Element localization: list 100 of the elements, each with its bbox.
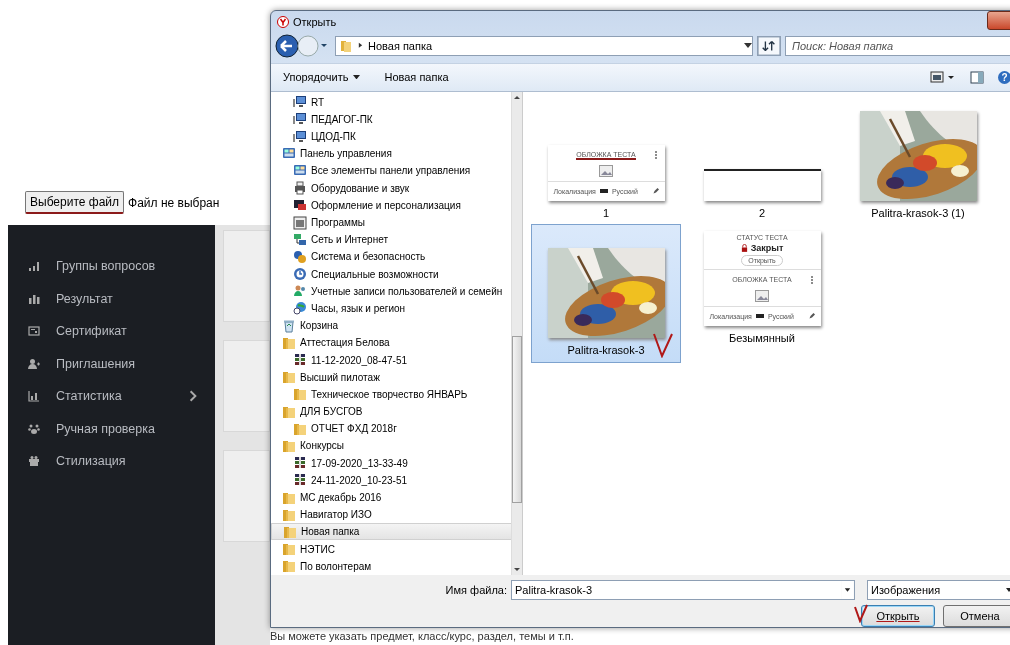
sidebar-item[interactable]: Приглашения (8, 347, 215, 380)
folder-icon (282, 335, 296, 350)
scroll-thumb[interactable] (512, 335, 522, 503)
file-status: Файл не выбран (128, 195, 220, 210)
file-type-dropdown[interactable]: Изображения (867, 580, 1010, 600)
sidebar-item[interactable]: Группы вопросов (8, 250, 215, 283)
status-text: Закрыт (750, 242, 784, 253)
window-icon (293, 215, 307, 230)
address-bar[interactable]: Новая папка (335, 35, 753, 56)
more-icon (810, 275, 813, 284)
tree-item[interactable]: Техническое творчество ЯНВАРЬ (271, 385, 511, 403)
tree-item[interactable]: Оборудование и звук (271, 179, 511, 197)
tree-item[interactable]: Высший пилотаж (271, 368, 511, 386)
dropdown-icon (744, 42, 752, 49)
tree-item[interactable]: Сеть и Интернет (271, 231, 511, 249)
tree-item[interactable]: Система и безопасность (271, 248, 511, 266)
help-button[interactable]: ? (998, 70, 1010, 84)
breadcrumb[interactable]: Новая папка (368, 39, 739, 52)
tree-item[interactable]: Оформление и персонализация (271, 196, 511, 214)
tree-item[interactable]: Специальные возможности (271, 265, 511, 283)
tree-item[interactable]: 24-11-2020_10-23-51 (271, 471, 511, 489)
sidebar-item[interactable]: Статистика (8, 380, 215, 413)
recycle-bin-icon (282, 318, 296, 333)
tree-item[interactable]: Корзина (271, 317, 511, 335)
tree-item[interactable]: Все элементы панели управления (271, 162, 511, 180)
tree-item[interactable]: ПЕДАГОГ-ПК (271, 110, 511, 128)
folder-icon (282, 507, 296, 522)
check-mark-icon (853, 603, 869, 623)
view-icon[interactable] (930, 71, 956, 84)
flag-icon (599, 189, 608, 194)
sidebar-item[interactable]: Результат (8, 282, 215, 315)
folder-icon (293, 421, 307, 436)
organize-menu[interactable]: Упорядочить (283, 71, 361, 84)
cancel-button[interactable]: Отмена (943, 605, 1010, 627)
tree-item[interactable]: НЭТИС (271, 540, 511, 558)
search-field[interactable]: Поиск: Новая папка (785, 35, 1010, 56)
bars-icon (28, 260, 40, 273)
chevron-icon (187, 390, 199, 403)
refresh-icon[interactable] (757, 35, 781, 56)
caret-icon (358, 42, 363, 50)
pencil-icon (652, 188, 659, 195)
computer-icon (293, 95, 307, 110)
sidebar-item[interactable]: Стилизация (8, 445, 215, 478)
gift-icon (28, 455, 40, 468)
folder-icon (282, 404, 296, 419)
choose-file-button[interactable]: Выберите файл (25, 191, 125, 214)
bar-chart-icon (28, 292, 40, 305)
tree-item[interactable]: ДЛЯ БУСГОВ (271, 402, 511, 421)
monitor-icon (293, 198, 307, 213)
tree-item[interactable]: Конкурсы (271, 437, 511, 455)
hint-text: Вы можете указать предмет, класс/курс, раздел, темы и т.п. (270, 630, 574, 642)
printer-icon (293, 181, 307, 196)
computer-icon (293, 129, 307, 144)
chart-icon (28, 390, 40, 403)
file-item[interactable]: 2 (687, 99, 837, 225)
open-button[interactable]: Открыть (861, 605, 935, 627)
accessibility-icon (293, 267, 307, 282)
preview-pane-icon[interactable] (970, 70, 984, 84)
folder-icon (282, 370, 296, 385)
folder-icon (282, 559, 296, 574)
more-icon (654, 150, 657, 159)
new-folder-button[interactable]: Новая папка (384, 71, 449, 84)
folder-icon (283, 524, 297, 539)
network-icon (293, 232, 307, 247)
tree-item[interactable]: 17-09-2020_13-33-49 (271, 454, 511, 472)
folder-icon (282, 438, 296, 453)
file-item[interactable]: Palitra-krasok-3 (1) (843, 99, 993, 225)
sidebar-item[interactable]: Сертификат (8, 315, 215, 348)
archive-icon (293, 353, 307, 367)
control-panel-icon (293, 163, 307, 178)
sidebar-item[interactable]: Ручная проверка (8, 412, 215, 445)
folder-icon (282, 490, 296, 505)
image-placeholder-icon (599, 164, 613, 177)
lock-icon (740, 243, 748, 252)
tree-item[interactable]: По волонтерам (271, 557, 511, 575)
field-label: Имя файла: (445, 584, 507, 596)
scrollbar[interactable] (511, 91, 522, 575)
computer-icon (293, 112, 307, 127)
tree-item[interactable]: Аттестация Белова (271, 334, 511, 352)
folder-icon (282, 542, 296, 557)
certificate-icon (28, 325, 40, 338)
check-mark-icon (652, 331, 674, 358)
tree-item[interactable]: Навигатор ИЗО (271, 506, 511, 524)
folder-icon (293, 387, 307, 402)
tree-item[interactable]: Новая папка (271, 523, 511, 541)
tree-item[interactable]: ОТЧЕТ ФХД 2018г (271, 420, 511, 438)
tree-item[interactable]: Часы, язык и регион (271, 299, 511, 318)
globe-icon (293, 301, 307, 316)
tree-item[interactable]: ЦДОД-ПК (271, 127, 511, 146)
archive-icon (293, 473, 307, 488)
archive-icon (293, 456, 307, 471)
tree-item[interactable]: RT (271, 93, 511, 111)
file-item[interactable]: Palitra-krasok-3 (531, 223, 681, 363)
tree-item[interactable]: МС декабрь 2016 (271, 488, 511, 507)
tree-item[interactable]: Панель управления (271, 145, 511, 163)
tree-item[interactable]: Программы (271, 213, 511, 232)
tree-item[interactable]: 11-12-2020_08-47-51 (271, 351, 511, 369)
control-panel-icon (282, 146, 296, 161)
flag-icon (755, 314, 764, 319)
tree-item[interactable]: Учетные записи пользователей и семейн (271, 282, 511, 300)
